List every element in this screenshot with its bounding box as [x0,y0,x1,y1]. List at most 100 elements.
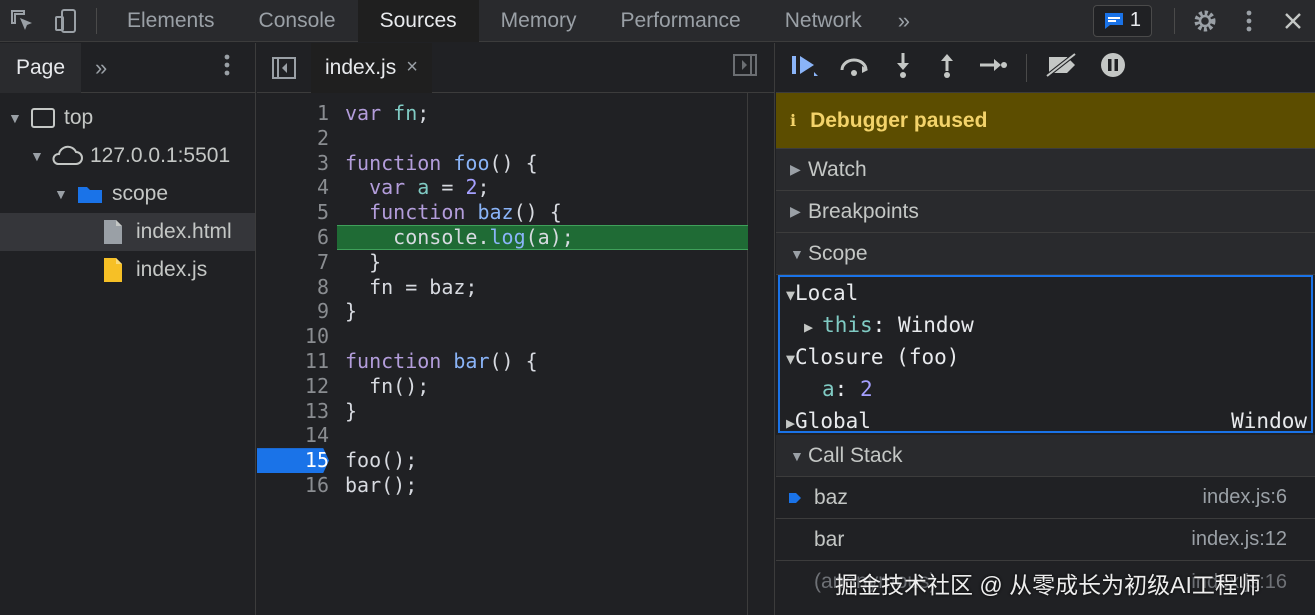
expanded-arrow-icon: ▼ [790,245,804,262]
scope-closure-label: Closure (foo) [795,345,960,369]
code-line[interactable]: 11 function bar() { [257,349,774,374]
code-line[interactable]: 12 fn(); [257,374,774,399]
line-number[interactable]: 16 [257,473,329,498]
call-frame[interactable]: baz index.js:6 [776,477,1315,519]
scope-var-a[interactable]: a: 2 [780,373,1311,405]
tab-page[interactable]: Page [0,42,82,93]
tab-sources[interactable]: Sources [357,0,479,42]
resume-button[interactable] [790,52,820,83]
line-number[interactable]: 1 [257,101,329,126]
scope-global-label: Global [795,409,871,433]
code-line[interactable]: 9} [257,299,774,324]
code-line[interactable]: 7 } [257,250,774,275]
breakpoint-marker[interactable]: 15 [257,448,329,473]
line-number[interactable]: 13 [257,399,329,424]
scope-global[interactable]: ▶Global Window [780,405,1311,437]
tab-network[interactable]: Network [763,0,884,42]
tree-item-folder[interactable]: ▼ scope [54,175,256,213]
tab-memory[interactable]: Memory [479,0,599,42]
scope-a-value: 2 [859,377,873,401]
watch-section-header[interactable]: ▶ Watch [776,149,1315,191]
toggle-navigator-icon[interactable] [257,56,311,80]
tab-elements[interactable]: Elements [105,0,237,42]
editor-panel: index.js × 1 var fn; 2 3 function foo() {4 v… [257,42,775,615]
tab-performance[interactable]: Performance [599,0,763,42]
debugger-toolbar-divider [1026,53,1027,82]
step-over-icon[interactable] [838,52,872,83]
issues-counter-button[interactable]: 1 [1092,4,1152,37]
device-toolbar-icon[interactable] [44,0,88,42]
scope-this-value: Window [897,313,974,337]
collapsed-arrow-icon: ▶ [804,318,823,336]
step-out-icon[interactable] [934,51,960,84]
scope-section-header[interactable]: ▼ Scope [776,233,1315,275]
code-text: } [345,299,358,324]
file-tab-index-js[interactable]: index.js × [311,42,432,93]
breakpoints-section-header[interactable]: ▶ Breakpoints [776,191,1315,233]
code-line[interactable]: 10 [257,324,774,349]
call-frame-location[interactable]: index.js:12 [1191,528,1287,551]
step-icon[interactable] [978,52,1008,83]
line-number[interactable]: 11 [257,349,329,374]
scope-this[interactable]: ▶ this: Window [780,309,1311,341]
pause-on-exceptions-icon[interactable] [1099,51,1127,84]
more-tabs-button[interactable]: » [884,8,924,34]
tree-label-index-js: index.js [136,258,208,281]
code-line[interactable]: 15 foo(); [257,448,774,473]
code-line[interactable]: 5 function baz() { [257,200,774,225]
line-number[interactable]: 5 [257,200,329,225]
call-frame-location[interactable]: index.js:6 [1203,486,1288,509]
code-line[interactable]: 16 bar(); [257,473,774,498]
code-line[interactable]: 4 var a = 2; [257,175,774,200]
scope-label: Scope [808,241,868,265]
scope-local[interactable]: ▼Local [780,277,1311,309]
issues-count: 1 [1129,9,1141,31]
line-number[interactable]: 12 [257,374,329,399]
tree-item-index-html[interactable]: index.html [0,213,255,251]
line-number[interactable]: 14 [257,423,329,448]
code-line[interactable]: 3 function foo() { [257,151,774,176]
line-number[interactable]: 2 [257,126,329,151]
step-into-icon[interactable] [890,51,916,84]
line-number[interactable]: 6 [257,225,329,250]
expanded-arrow-icon: ▼ [790,447,804,464]
line-number[interactable]: 4 [257,175,329,200]
line-number[interactable]: 9 [257,299,329,324]
close-icon[interactable] [1271,0,1315,42]
expanded-arrow-icon: ▼ [786,350,796,368]
code-line[interactable]: 2 [257,126,774,151]
code-editor[interactable]: 1 var fn; 2 3 function foo() {4 var a = 2; 5 … [257,101,774,498]
code-line[interactable]: 13} [257,399,774,424]
scope-tree: ▼Local ▶ this: Window ▼Closure (foo) a: … [778,275,1313,433]
scope-colon: : [872,313,898,337]
navigator-panel: Page » ▼ top ▼ 127.0.0.1:5501 ▼ scope in… [0,42,256,615]
code-line[interactable]: 6 console.log(a); [257,224,774,250]
toggle-debugger-icon[interactable] [732,53,758,82]
line-number[interactable]: 7 [257,250,329,275]
navigator-menu-icon[interactable] [223,53,231,83]
code-text: console.log(a); [345,224,574,249]
deactivate-breakpoints-icon[interactable] [1045,52,1081,83]
call-stack-label: Call Stack [808,443,903,467]
line-number[interactable]: 8 [257,275,329,300]
call-stack-section-header[interactable]: ▼ Call Stack [776,435,1315,477]
call-frame[interactable]: bar index.js:12 [776,519,1315,561]
line-number[interactable]: 10 [257,324,329,349]
more-navigator-tabs-button[interactable]: » [95,55,107,81]
message-icon [1104,12,1123,29]
code-line[interactable]: 14 [257,423,774,448]
inspect-element-icon[interactable] [0,0,44,42]
code-line[interactable]: 1 var fn; [257,101,774,126]
close-tab-icon[interactable]: × [406,56,418,79]
line-number[interactable]: 3 [257,151,329,176]
code-line[interactable]: 8 fn = baz; [257,275,774,300]
toolbar-divider [96,7,97,34]
cloud-icon [52,145,83,165]
tab-console[interactable]: Console [237,0,358,42]
tree-item-host[interactable]: ▼ 127.0.0.1:5501 [30,137,256,175]
kebab-menu-icon[interactable] [1227,0,1271,42]
tree-item-index-js[interactable]: index.js [102,251,255,289]
scope-closure[interactable]: ▼Closure (foo) [780,341,1311,373]
tree-item-top[interactable]: ▼ top [8,99,256,137]
settings-gear-icon[interactable] [1183,0,1227,42]
